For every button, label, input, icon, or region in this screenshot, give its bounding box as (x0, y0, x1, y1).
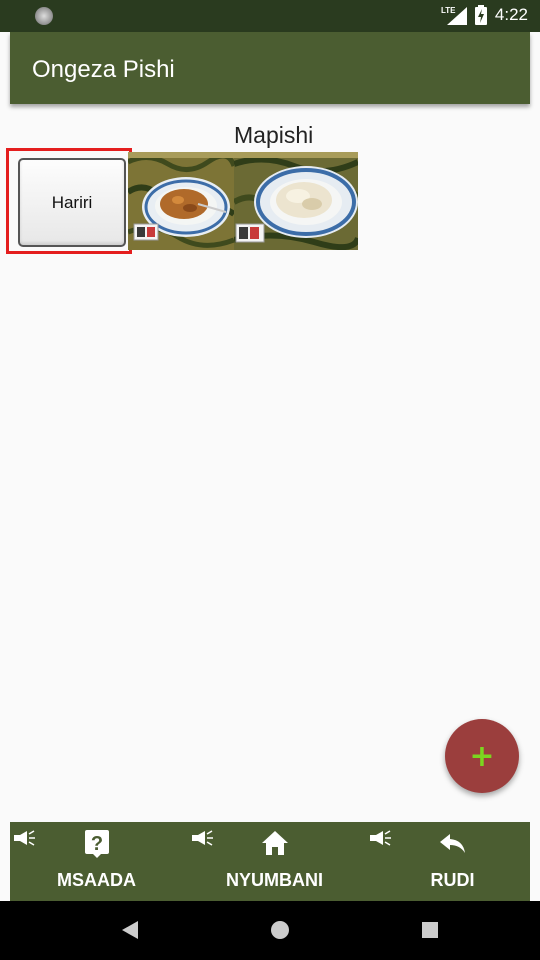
nav-help[interactable]: ? MSAADA (10, 822, 183, 901)
lte-signal-icon: LTE (441, 6, 467, 25)
nav-back[interactable]: RUDI (366, 822, 539, 901)
nav-back-label: RUDI (430, 870, 475, 890)
rice-photo (234, 152, 358, 250)
stew-photo (128, 152, 234, 250)
system-nav-bar (0, 901, 540, 960)
megaphone-icon[interactable] (12, 830, 36, 846)
edit-button[interactable]: Hariri (18, 158, 126, 247)
recipe-image-stew[interactable] (128, 152, 234, 250)
screen: LTE 4:22 Ongeza Pishi Mapishi Hariri + ?… (0, 0, 540, 960)
app-bar: Ongeza Pishi (10, 32, 530, 104)
status-bar: LTE 4:22 (0, 0, 540, 32)
section-title: Mapishi (234, 122, 314, 148)
edit-button-highlight: Hariri (6, 148, 132, 254)
nav-home[interactable]: NYUMBANI (188, 822, 361, 901)
svg-text:?: ? (90, 833, 102, 855)
add-recipe-button[interactable]: + (445, 719, 519, 793)
system-home-icon[interactable] (268, 918, 292, 942)
system-back-icon[interactable] (118, 918, 142, 942)
page-title: Ongeza Pishi (32, 56, 175, 83)
megaphone-icon[interactable] (368, 830, 392, 846)
nav-home-label: NYUMBANI (226, 870, 323, 890)
system-recents-icon[interactable] (418, 918, 442, 942)
status-indicators: LTE 4:22 (441, 5, 528, 25)
bottom-nav: ? MSAADA NYUMBANI RUDI (10, 822, 530, 901)
battery-icon (474, 5, 487, 25)
megaphone-icon[interactable] (190, 830, 214, 846)
clock: 4:22 (494, 5, 528, 24)
help-icon: ? (84, 830, 109, 858)
notification-icon (35, 7, 53, 25)
nav-help-label: MSAADA (57, 870, 136, 890)
network-type-label: LTE (441, 6, 456, 15)
home-icon (261, 831, 288, 855)
back-arrow-icon (439, 834, 465, 853)
recipe-image-rice[interactable] (234, 152, 358, 250)
